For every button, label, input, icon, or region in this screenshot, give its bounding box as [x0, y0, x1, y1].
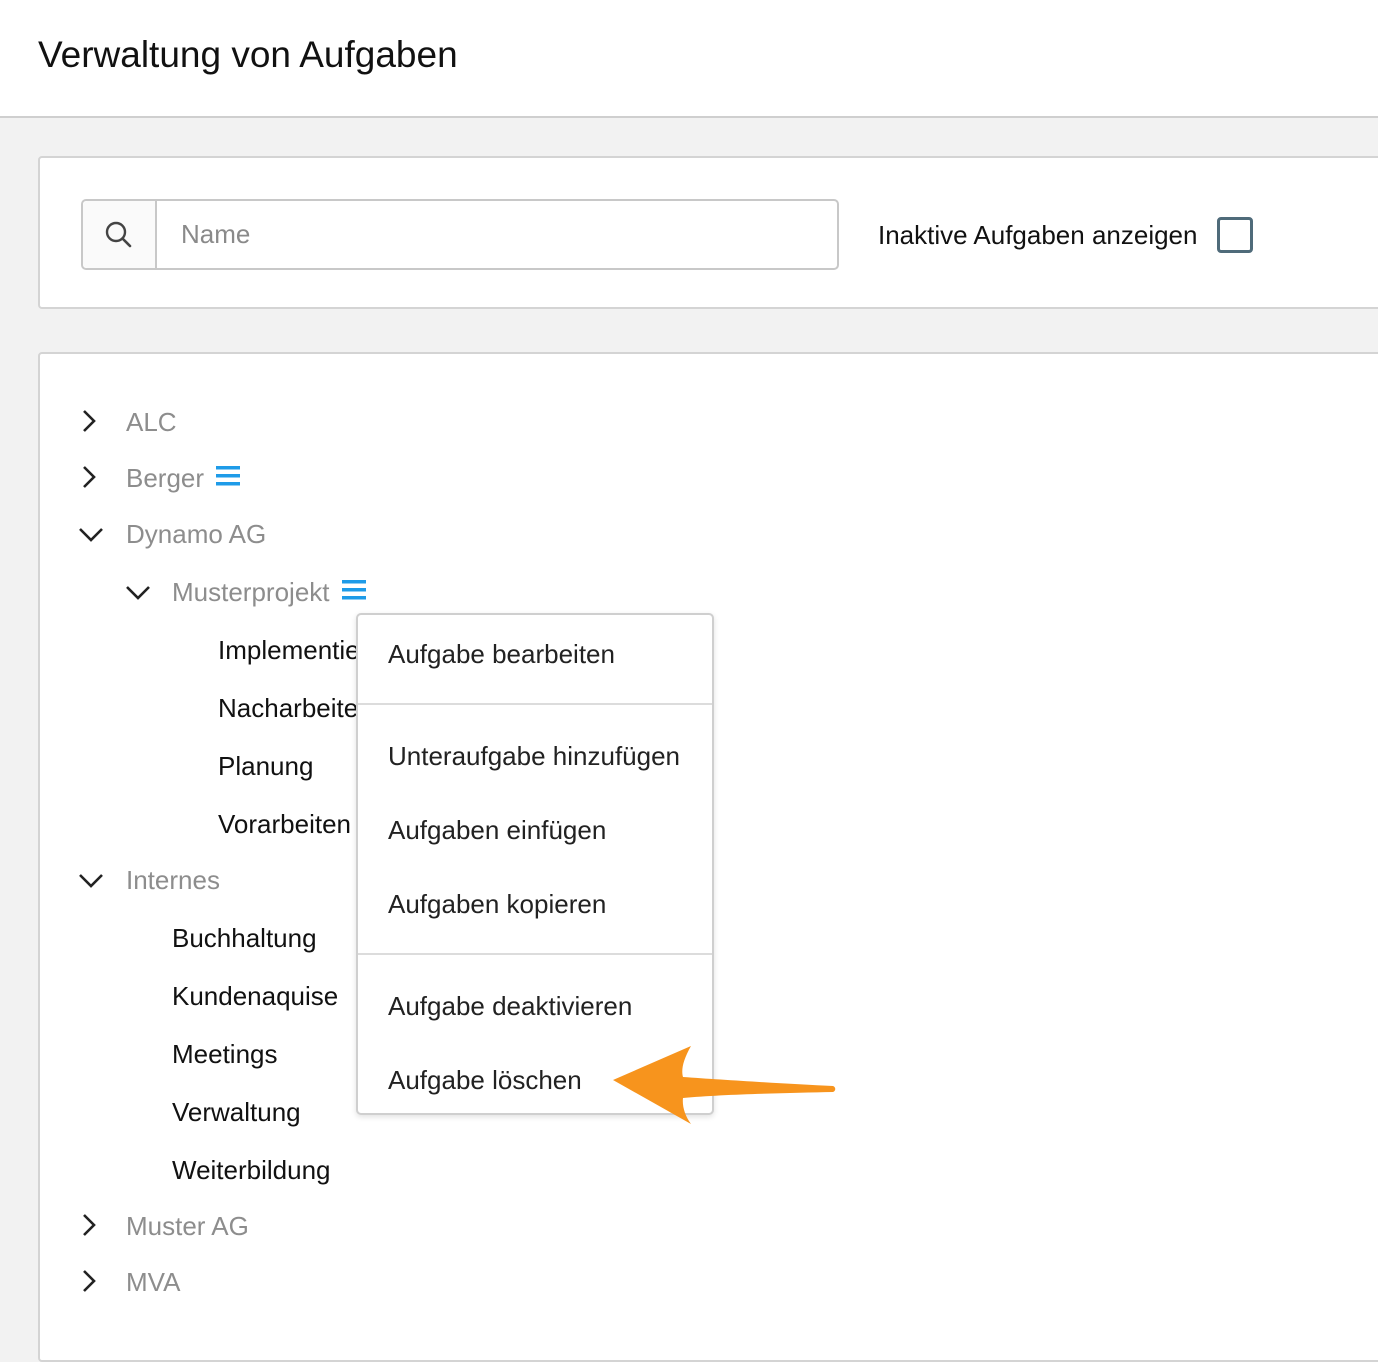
- tree-leaf[interactable]: Weiterbildung: [172, 1150, 331, 1190]
- search-icon: [83, 201, 157, 268]
- tree-leaf[interactable]: Meetings: [172, 1034, 278, 1074]
- tree-node-label[interactable]: Muster AG: [126, 1211, 249, 1242]
- chevron-right-icon[interactable]: [76, 408, 102, 434]
- tree-node-label[interactable]: Dynamo AG: [126, 519, 266, 550]
- tree-leaf-label[interactable]: Kundenaquise: [172, 981, 338, 1012]
- chevron-down-icon[interactable]: [78, 521, 104, 547]
- chevron-right-icon[interactable]: [76, 1268, 102, 1294]
- menu-divider: [358, 703, 712, 705]
- tree-node-mva[interactable]: MVA: [126, 1262, 180, 1302]
- search-box: [81, 199, 839, 270]
- tree-leaf[interactable]: Kundenaquise: [172, 976, 338, 1016]
- menu-item-edit-task[interactable]: Aufgabe bearbeiten: [358, 626, 712, 682]
- arrow-pointer-icon: [613, 1046, 836, 1124]
- tree-node-label[interactable]: MVA: [126, 1267, 180, 1298]
- tree-leaf-label[interactable]: Verwaltung: [172, 1097, 301, 1128]
- tree-node-musterprojekt[interactable]: Musterprojekt: [172, 572, 366, 612]
- tree-node-alc[interactable]: ALC: [126, 402, 177, 442]
- hamburger-menu-icon[interactable]: [216, 465, 241, 492]
- tree-node-muster-ag[interactable]: Muster AG: [126, 1206, 249, 1246]
- tree-leaf-label[interactable]: Vorarbeiten: [218, 809, 351, 840]
- inactive-tasks-checkbox[interactable]: [1217, 217, 1253, 253]
- tree-node-label[interactable]: Internes: [126, 865, 220, 896]
- tree-leaf[interactable]: Nacharbeite: [218, 688, 358, 728]
- tree-node-label[interactable]: Musterprojekt: [172, 577, 330, 608]
- page-title: Verwaltung von Aufgaben: [38, 34, 458, 75]
- tree-leaf[interactable]: Verwaltung: [172, 1092, 301, 1132]
- tree-node-dynamo-ag[interactable]: Dynamo AG: [126, 514, 266, 554]
- menu-item-add-subtask[interactable]: Unteraufgabe hinzufügen: [358, 728, 712, 784]
- tree-leaf-label[interactable]: Meetings: [172, 1039, 278, 1070]
- page-header: Verwaltung von Aufgaben: [0, 0, 1378, 118]
- chevron-right-icon[interactable]: [76, 1212, 102, 1238]
- tree-leaf[interactable]: Vorarbeiten: [218, 804, 351, 844]
- menu-item-deactivate-task[interactable]: Aufgabe deaktivieren: [358, 978, 712, 1034]
- tree-leaf-label[interactable]: Weiterbildung: [172, 1155, 331, 1186]
- tree-leaf[interactable]: Buchhaltung: [172, 918, 317, 958]
- inactive-tasks-label: Inaktive Aufgaben anzeigen: [878, 220, 1198, 250]
- menu-item-copy-tasks[interactable]: Aufgaben kopieren: [358, 876, 712, 932]
- tree-node-label[interactable]: Berger: [126, 463, 204, 494]
- tree-leaf-label[interactable]: Nacharbeite: [218, 693, 358, 724]
- tree-leaf-label[interactable]: Implementie: [218, 635, 360, 666]
- tree-node-label[interactable]: ALC: [126, 407, 177, 438]
- menu-divider: [358, 953, 712, 955]
- tree-leaf[interactable]: Implementie: [218, 630, 360, 670]
- search-input[interactable]: [157, 201, 833, 268]
- tree-leaf-label[interactable]: Buchhaltung: [172, 923, 317, 954]
- tree-leaf-label[interactable]: Planung: [218, 751, 313, 782]
- tree-leaf[interactable]: Planung: [218, 746, 313, 786]
- menu-item-paste-tasks[interactable]: Aufgaben einfügen: [358, 802, 712, 858]
- tree-node-berger[interactable]: Berger: [126, 458, 241, 498]
- hamburger-menu-icon[interactable]: [341, 579, 366, 606]
- filter-panel: Inaktive Aufgaben anzeigen: [38, 156, 1378, 309]
- tree-node-internes[interactable]: Internes: [126, 860, 220, 900]
- chevron-down-icon[interactable]: [125, 579, 151, 605]
- chevron-right-icon[interactable]: [76, 464, 102, 490]
- chevron-down-icon[interactable]: [78, 867, 104, 893]
